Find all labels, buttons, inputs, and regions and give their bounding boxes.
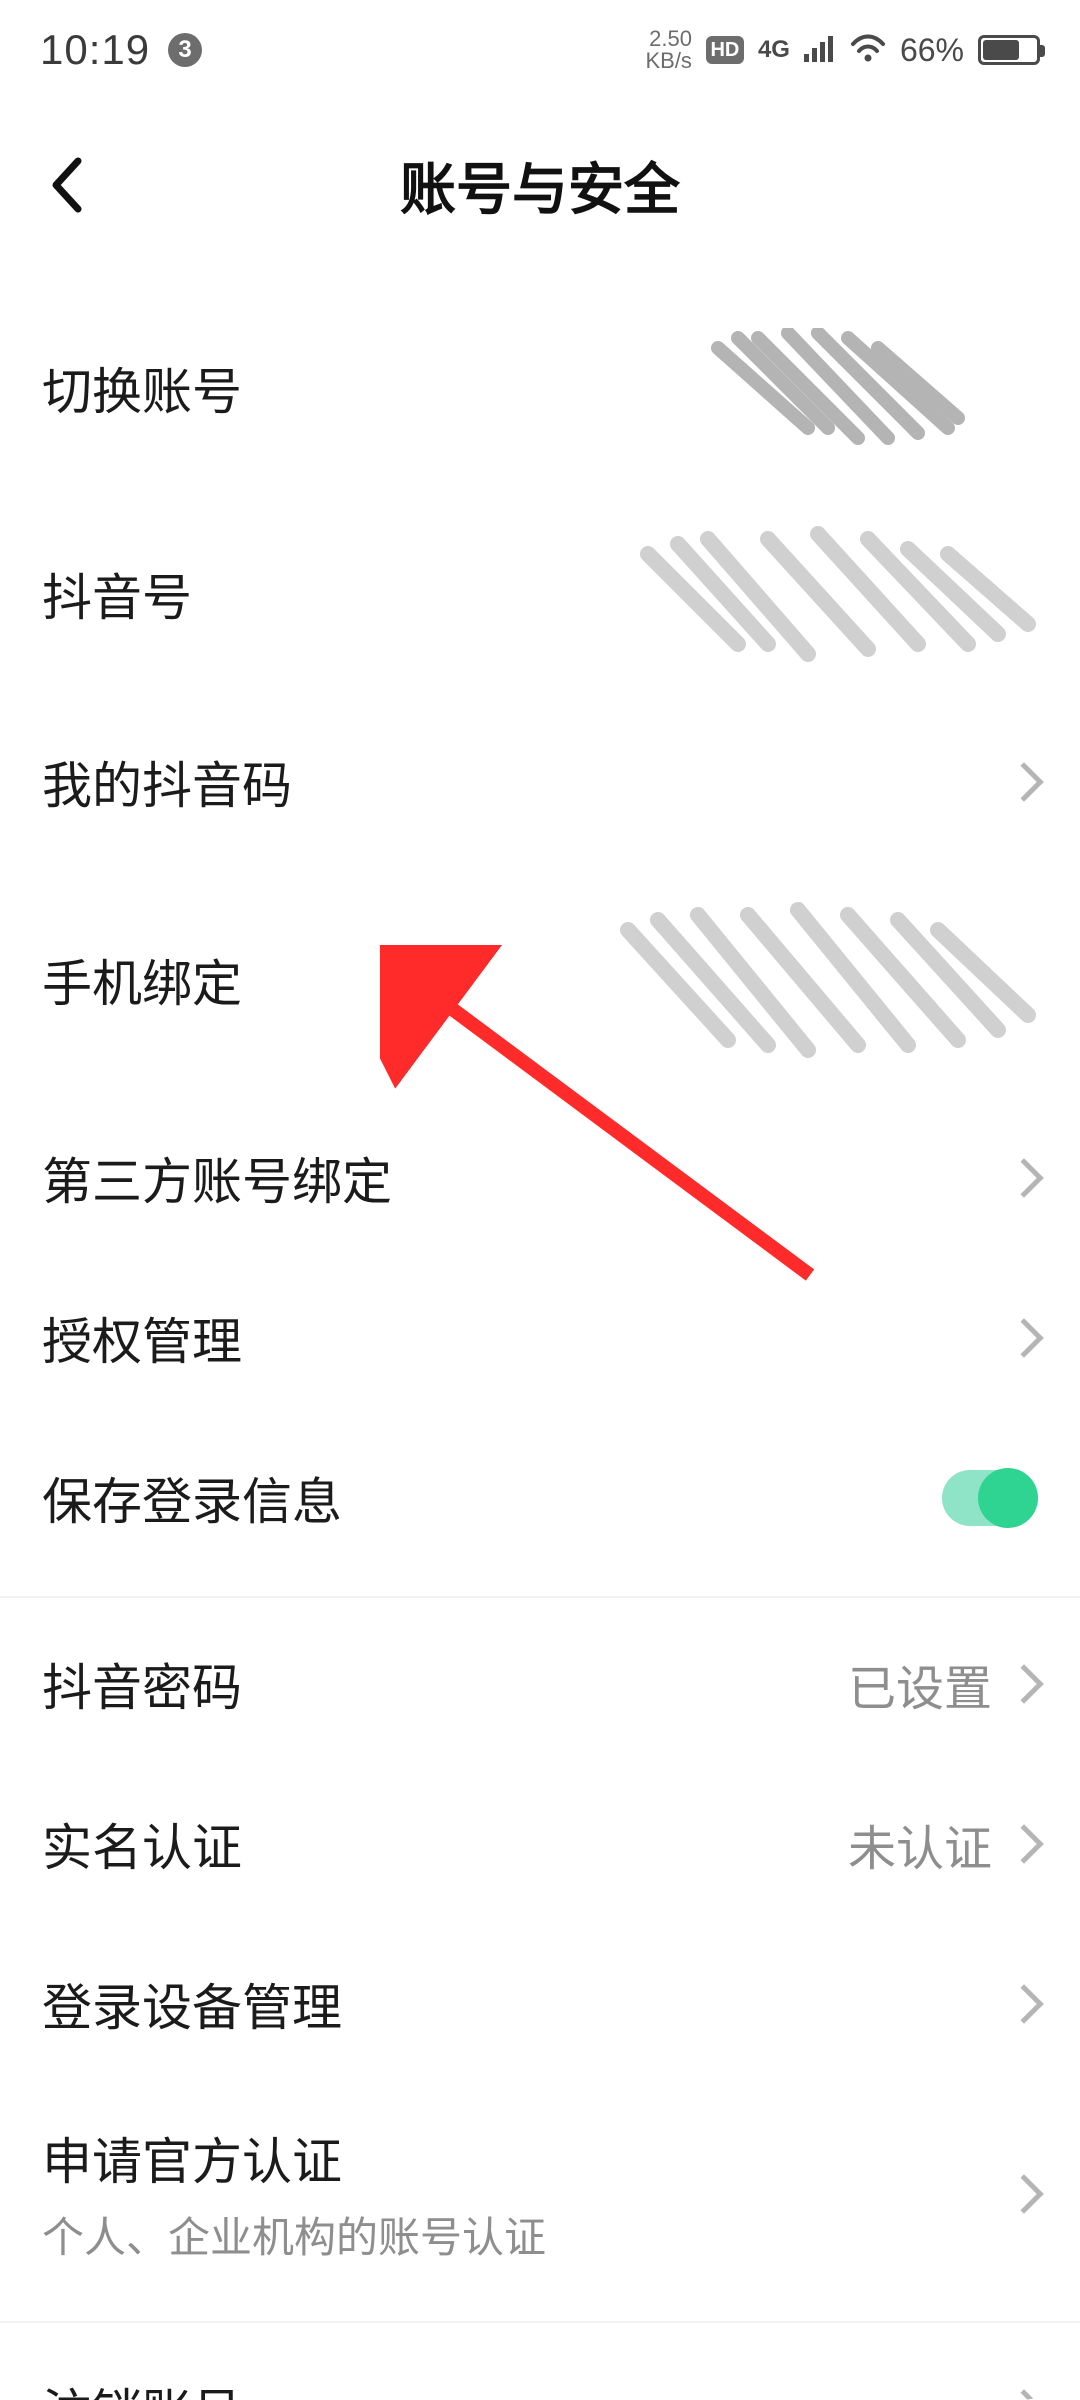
back-button[interactable] (36, 155, 96, 215)
row-label: 抖音密码 (42, 1648, 242, 1720)
row-right (618, 524, 1038, 664)
hd-icon: HD (706, 36, 744, 64)
chevron-right-icon (1004, 1824, 1044, 1864)
row-right (658, 328, 1038, 448)
redacted-value (618, 524, 1038, 664)
row-right (1010, 2395, 1038, 2400)
row-value: 未认证 (848, 1809, 992, 1879)
row-douyin-id[interactable]: 抖音号 (0, 486, 1080, 702)
redacted-value (658, 328, 1038, 448)
row-real-name-verification[interactable]: 实名认证 未认证 (0, 1764, 1080, 1924)
row-label: 抖音号 (42, 558, 192, 630)
net-speed-unit: KB/s (645, 50, 691, 72)
save-login-toggle[interactable] (942, 1470, 1038, 1526)
chevron-right-icon (1004, 2389, 1044, 2400)
row-right (1010, 1324, 1038, 1352)
row-save-login-info: 保存登录信息 (0, 1418, 1080, 1578)
net-speed-value: 2.50 (645, 28, 691, 50)
chevron-right-icon (1004, 762, 1044, 802)
signal-icon (804, 29, 836, 72)
screen: 10:19 3 2.50 KB/s HD 4G 66% 账号与安全 (0, 0, 1080, 2400)
row-label: 我的抖音码 (42, 746, 292, 818)
chevron-right-icon (1004, 1984, 1044, 2024)
row-delete-account[interactable]: 注销账号 (0, 2329, 1080, 2400)
row-switch-account[interactable]: 切换账号 (0, 290, 1080, 486)
nav-header: 账号与安全 (0, 110, 1080, 260)
row-label: 注销账号 (42, 2373, 242, 2400)
row-right (598, 900, 1038, 1060)
page-title: 账号与安全 (400, 145, 680, 226)
row-apply-official-verification[interactable]: 申请官方认证 个人、企业机构的账号认证 (0, 2084, 1080, 2303)
redacted-value (598, 900, 1038, 1060)
row-label: 切换账号 (42, 352, 242, 424)
status-bar: 10:19 3 2.50 KB/s HD 4G 66% (0, 0, 1080, 100)
divider (0, 2321, 1080, 2323)
row-douyin-password[interactable]: 抖音密码 已设置 (0, 1604, 1080, 1764)
row-authorization-management[interactable]: 授权管理 (0, 1258, 1080, 1418)
row-right: 未认证 (848, 1809, 1038, 1879)
battery-icon (978, 35, 1040, 65)
chevron-right-icon (1004, 1664, 1044, 1704)
row-right (1010, 768, 1038, 796)
row-label: 手机绑定 (42, 944, 242, 1016)
status-time: 10:19 (40, 26, 150, 74)
row-right (1010, 2180, 1038, 2208)
chevron-right-icon (1004, 2174, 1044, 2214)
row-value: 已设置 (848, 1649, 992, 1719)
row-right: 已设置 (848, 1649, 1038, 1719)
row-label: 保存登录信息 (42, 1462, 342, 1534)
row-label-col: 申请官方认证 个人、企业机构的账号认证 (42, 2122, 546, 2265)
row-my-code[interactable]: 我的抖音码 (0, 702, 1080, 862)
wifi-icon (850, 29, 886, 72)
chevron-right-icon (1004, 1158, 1044, 1198)
row-third-party-bind[interactable]: 第三方账号绑定 (0, 1098, 1080, 1258)
chevron-right-icon (1004, 1318, 1044, 1358)
row-sublabel: 个人、企业机构的账号认证 (42, 2204, 546, 2265)
row-label: 第三方账号绑定 (42, 1142, 392, 1214)
row-label: 登录设备管理 (42, 1968, 342, 2040)
network-type: 4G (758, 36, 790, 64)
status-bar-right: 2.50 KB/s HD 4G 66% (645, 28, 1040, 72)
battery-percent: 66% (900, 32, 964, 69)
notification-badge: 3 (168, 33, 202, 67)
chevron-left-icon (48, 155, 84, 215)
row-login-device-management[interactable]: 登录设备管理 (0, 1924, 1080, 2084)
row-label: 授权管理 (42, 1302, 242, 1374)
net-speed: 2.50 KB/s (645, 28, 691, 72)
divider (0, 1596, 1080, 1598)
row-label: 实名认证 (42, 1808, 242, 1880)
row-right (1010, 1990, 1038, 2018)
settings-list: 切换账号 抖音号 (0, 290, 1080, 2400)
row-phone-bind[interactable]: 手机绑定 (0, 862, 1080, 1098)
row-right (1010, 1164, 1038, 1192)
row-label: 申请官方认证 (42, 2122, 546, 2194)
status-bar-left: 10:19 3 (40, 26, 202, 74)
row-right (942, 1470, 1038, 1526)
